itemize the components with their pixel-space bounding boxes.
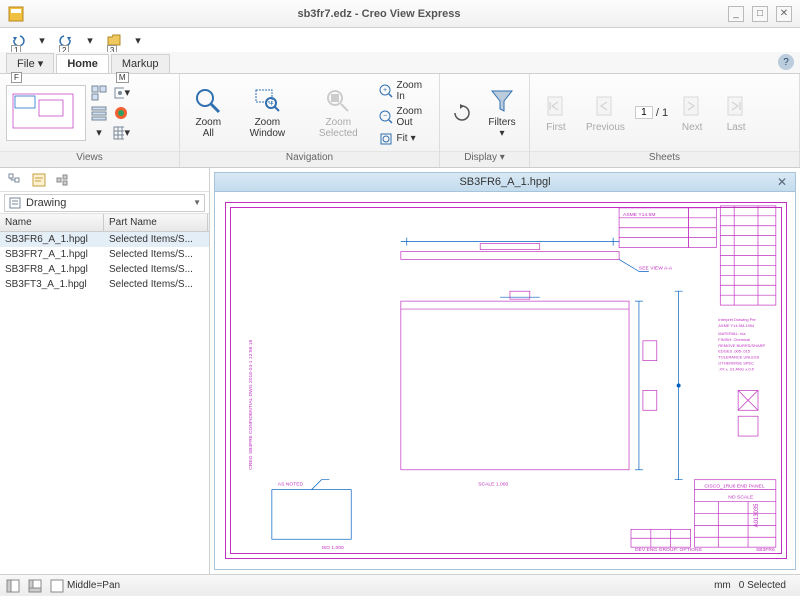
layout-2-icon[interactable] bbox=[28, 579, 42, 593]
group-navigation-label: Navigation bbox=[180, 151, 439, 167]
first-sheet-button: First bbox=[536, 90, 576, 135]
zoom-out-button[interactable]: −Zoom Out bbox=[376, 105, 433, 129]
color-icon[interactable] bbox=[112, 104, 130, 122]
svg-text:NO SCALE: NO SCALE bbox=[728, 495, 754, 501]
sheet-number-input[interactable] bbox=[635, 106, 653, 119]
svg-text:TOLERANCE UNLESS: TOLERANCE UNLESS bbox=[718, 355, 759, 360]
sidebar: Drawing ▼ Name Part Name SB3FR6_A_1.hpgl… bbox=[0, 168, 210, 574]
svg-text:DEV ENG GROUP: OPTIONS: DEV ENG GROUP: OPTIONS bbox=[635, 547, 703, 553]
viewer-title-bar: SB3FR6_A_1.hpgl ✕ bbox=[214, 172, 796, 192]
previous-sheet-button: Previous bbox=[580, 90, 631, 135]
mouse-mode-label: Middle=Pan bbox=[67, 580, 120, 591]
redo-button[interactable]: 2 bbox=[56, 30, 76, 50]
svg-text:CREO SB3FR6 CONFIDENTIAL DWG 2: CREO SB3FR6 CONFIDENTIAL DWG 2016-04-1 1… bbox=[248, 340, 254, 470]
reload-button[interactable] bbox=[446, 101, 478, 125]
svg-text:.XX ± .01 ANG ± 0.5: .XX ± .01 ANG ± 0.5 bbox=[718, 367, 754, 372]
ribbon-tabs: File ▾F Home MarkupM ? bbox=[0, 52, 800, 74]
grid-header: Name Part Name bbox=[0, 214, 209, 232]
drawing-selector-label: Drawing bbox=[26, 197, 66, 209]
layout-1-icon[interactable] bbox=[6, 579, 20, 593]
next-sheet-button: Next bbox=[672, 90, 712, 135]
filters-button[interactable]: Filters▾ bbox=[482, 85, 522, 141]
selection-count: 0 Selected bbox=[739, 580, 786, 591]
layer-view-icon[interactable] bbox=[54, 171, 72, 189]
fit-button[interactable]: Fit ▾ bbox=[376, 131, 433, 147]
file-list: SB3FR6_A_1.hpglSelected Items/S...SB3FR7… bbox=[0, 232, 209, 574]
sheet-total: / 1 bbox=[656, 107, 668, 119]
svg-text:A013035: A013035 bbox=[754, 503, 760, 527]
annotation-view-icon[interactable] bbox=[30, 171, 48, 189]
list-item[interactable]: SB3FR6_A_1.hpglSelected Items/S... bbox=[0, 232, 209, 247]
quick-access-toolbar: 1 ▾ 2 ▾ 3 ▾ bbox=[0, 28, 800, 52]
redo-dropdown[interactable]: ▾ bbox=[80, 30, 100, 50]
status-bar: Middle=Pan mm 0 Selected bbox=[0, 574, 800, 596]
tab-home[interactable]: Home bbox=[56, 54, 109, 73]
svg-text:Interpret Drawing Per: Interpret Drawing Per bbox=[718, 317, 756, 322]
tab-file[interactable]: File ▾F bbox=[6, 53, 54, 73]
open-dropdown[interactable]: ▾ bbox=[128, 30, 148, 50]
group-display-label: Display ▾ bbox=[440, 151, 529, 167]
minimize-button[interactable]: _ bbox=[728, 6, 744, 22]
group-sheets-label: Sheets bbox=[530, 151, 799, 167]
tab-markup[interactable]: MarkupM bbox=[111, 54, 170, 73]
viewer-title: SB3FR6_A_1.hpgl bbox=[459, 176, 550, 188]
view-thumbnail[interactable] bbox=[6, 85, 86, 141]
list-item[interactable]: SB3FT3_A_1.hpglSelected Items/S... bbox=[0, 277, 209, 292]
svg-text:OTHERWISE SPEC: OTHERWISE SPEC bbox=[718, 361, 754, 366]
group-views-label: Views bbox=[0, 151, 179, 167]
svg-text:FINISH: Chemical: FINISH: Chemical bbox=[718, 337, 750, 342]
svg-text:EDGES .005-.015: EDGES .005-.015 bbox=[718, 349, 750, 354]
view-options-icon[interactable]: ▾ bbox=[112, 84, 130, 102]
zoom-window-button[interactable]: + Zoom Window bbox=[235, 85, 301, 141]
svg-text:ASME Y14.5M: ASME Y14.5M bbox=[623, 212, 655, 218]
svg-text:SCALE 1.000: SCALE 1.000 bbox=[478, 482, 508, 488]
last-sheet-button: Last bbox=[716, 90, 756, 135]
svg-text:ASME Y14.5M-1994: ASME Y14.5M-1994 bbox=[718, 323, 755, 328]
view-list-icon[interactable] bbox=[90, 104, 108, 122]
svg-text:AS NOTED: AS NOTED bbox=[278, 482, 304, 488]
open-button[interactable]: 3 bbox=[104, 30, 124, 50]
undo-dropdown[interactable]: ▾ bbox=[32, 30, 52, 50]
svg-text:+: + bbox=[383, 87, 387, 94]
list-item[interactable]: SB3FR8_A_1.hpglSelected Items/S... bbox=[0, 262, 209, 277]
col-part[interactable]: Part Name bbox=[104, 214, 208, 231]
thumbnail-size-icon[interactable]: ▾ bbox=[90, 124, 108, 142]
app-icon bbox=[8, 6, 24, 22]
tree-view-icon[interactable] bbox=[6, 171, 24, 189]
drawing-selector[interactable]: Drawing ▼ bbox=[4, 194, 205, 212]
window-title: sb3fr7.edz - Creo View Express bbox=[30, 8, 728, 20]
undo-button[interactable]: 1 bbox=[8, 30, 28, 50]
help-icon[interactable]: ? bbox=[778, 54, 794, 70]
svg-text:CISCO_1RU6 END PANEL: CISCO_1RU6 END PANEL bbox=[704, 484, 764, 490]
svg-text:−: − bbox=[383, 113, 387, 120]
svg-text:SEE VIEW A-A: SEE VIEW A-A bbox=[639, 265, 673, 271]
svg-text:ISO 1.000: ISO 1.000 bbox=[321, 545, 344, 551]
grid-icon[interactable]: ▾ bbox=[112, 124, 130, 142]
svg-text:+: + bbox=[269, 99, 274, 108]
viewer-panel: SB3FR6_A_1.hpgl ✕ ASME Y14.5M bbox=[210, 168, 800, 574]
zoom-selected-button: Zoom Selected bbox=[304, 85, 372, 141]
view-gallery-icon[interactable] bbox=[90, 84, 108, 102]
viewer-close-icon[interactable]: ✕ bbox=[777, 175, 791, 189]
maximize-button[interactable]: □ bbox=[752, 6, 768, 22]
svg-text:MATERIAL: n/a: MATERIAL: n/a bbox=[718, 331, 746, 336]
col-name[interactable]: Name bbox=[0, 214, 104, 231]
drawing-canvas[interactable]: ASME Y14.5M SEE VIEW A-A bbox=[214, 192, 796, 570]
mouse-mode-icon bbox=[50, 579, 64, 593]
svg-text:REMOVE BURRS/SHARP: REMOVE BURRS/SHARP bbox=[718, 343, 765, 348]
zoom-in-button[interactable]: +Zoom In bbox=[376, 79, 433, 103]
close-button[interactable]: ✕ bbox=[776, 6, 792, 22]
title-bar: sb3fr7.edz - Creo View Express _ □ ✕ bbox=[0, 0, 800, 28]
units-label: mm bbox=[714, 580, 731, 591]
zoom-all-button[interactable]: Zoom All bbox=[186, 85, 231, 141]
svg-text:SB3FR6: SB3FR6 bbox=[756, 547, 775, 553]
list-item[interactable]: SB3FR7_A_1.hpglSelected Items/S... bbox=[0, 247, 209, 262]
ribbon: ▾ ▾ ▾ Views Zoom All + Zoom Window Zoom … bbox=[0, 74, 800, 168]
